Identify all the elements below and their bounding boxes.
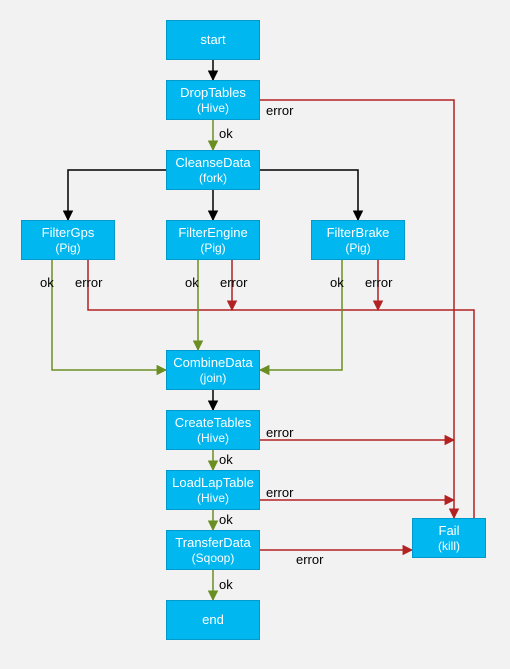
edge-label-eng-err: error bbox=[220, 275, 247, 290]
node-filter-engine: FilterEngine (Pig) bbox=[166, 220, 260, 260]
node-filter-brake-sub: (Pig) bbox=[345, 241, 370, 255]
node-create-tables-label: CreateTables bbox=[175, 415, 252, 431]
node-combine-data-label: CombineData bbox=[173, 355, 253, 371]
node-end: end bbox=[166, 600, 260, 640]
node-drop-tables-label: DropTables bbox=[180, 85, 246, 101]
node-fail: Fail (kill) bbox=[412, 518, 486, 558]
node-cleanse-data-label: CleanseData bbox=[175, 155, 250, 171]
node-load-lap-sub: (Hive) bbox=[197, 491, 229, 505]
edge-label-load-ok: ok bbox=[219, 512, 233, 527]
node-cleanse-data-sub: (fork) bbox=[199, 171, 227, 185]
node-filter-brake-label: FilterBrake bbox=[327, 225, 390, 241]
edge-label-drop-ok: ok bbox=[219, 126, 233, 141]
node-filter-gps-sub: (Pig) bbox=[55, 241, 80, 255]
node-filter-gps: FilterGps (Pig) bbox=[21, 220, 115, 260]
node-create-tables: CreateTables (Hive) bbox=[166, 410, 260, 450]
edge-label-eng-ok: ok bbox=[185, 275, 199, 290]
node-load-lap: LoadLapTable (Hive) bbox=[166, 470, 260, 510]
edge-label-load-err: error bbox=[266, 485, 293, 500]
node-cleanse-data: CleanseData (fork) bbox=[166, 150, 260, 190]
edge-label-create-err: error bbox=[266, 425, 293, 440]
edge-label-transfer-ok: ok bbox=[219, 577, 233, 592]
node-filter-engine-sub: (Pig) bbox=[200, 241, 225, 255]
node-start: start bbox=[166, 20, 260, 60]
node-transfer-data: TransferData (Sqoop) bbox=[166, 530, 260, 570]
node-combine-data: CombineData (join) bbox=[166, 350, 260, 390]
node-filter-gps-label: FilterGps bbox=[42, 225, 95, 241]
edge-label-gps-err: error bbox=[75, 275, 102, 290]
edge-label-brk-err: error bbox=[365, 275, 392, 290]
node-transfer-data-sub: (Sqoop) bbox=[192, 551, 235, 565]
node-combine-data-sub: (join) bbox=[200, 371, 227, 385]
workflow-diagram: start DropTables (Hive) CleanseData (for… bbox=[0, 0, 510, 669]
node-drop-tables-sub: (Hive) bbox=[197, 101, 229, 115]
node-filter-brake: FilterBrake (Pig) bbox=[311, 220, 405, 260]
node-fail-label: Fail bbox=[439, 523, 460, 539]
node-end-label: end bbox=[202, 612, 224, 628]
edge-label-brk-ok: ok bbox=[330, 275, 344, 290]
edge-label-gps-ok: ok bbox=[40, 275, 54, 290]
node-drop-tables: DropTables (Hive) bbox=[166, 80, 260, 120]
edge-label-drop-err: error bbox=[266, 103, 293, 118]
node-fail-sub: (kill) bbox=[438, 539, 460, 553]
edge-label-create-ok: ok bbox=[219, 452, 233, 467]
node-filter-engine-label: FilterEngine bbox=[178, 225, 247, 241]
node-create-tables-sub: (Hive) bbox=[197, 431, 229, 445]
edge-label-transfer-err: error bbox=[296, 552, 323, 567]
node-start-label: start bbox=[200, 32, 225, 48]
node-load-lap-label: LoadLapTable bbox=[172, 475, 254, 491]
node-transfer-data-label: TransferData bbox=[175, 535, 250, 551]
